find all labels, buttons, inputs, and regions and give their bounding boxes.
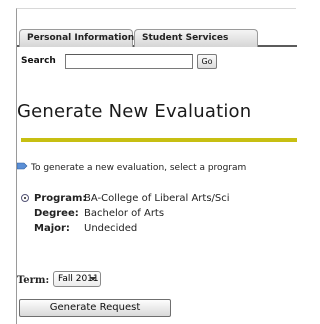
program-label: Program: xyxy=(34,193,87,204)
tab-personal-information[interactable]: Personal Information xyxy=(19,29,134,47)
title-divider xyxy=(21,138,297,142)
generate-request-button[interactable]: Generate Request xyxy=(19,299,171,317)
major-value: Undecided xyxy=(84,223,138,234)
search-bar: Search Go xyxy=(21,54,297,70)
degree-label: Degree: xyxy=(34,208,79,219)
term-select[interactable]: Fall 2011 xyxy=(53,271,101,287)
term-label: Term: xyxy=(17,275,50,286)
program-radio[interactable] xyxy=(21,194,29,202)
program-value: BA-College of Liberal Arts/Sci xyxy=(84,193,230,204)
chevron-down-icon xyxy=(90,277,96,281)
page-title: Generate New Evaluation xyxy=(17,101,252,122)
info-message: To generate a new evaluation, select a p… xyxy=(16,162,247,173)
tab-bar: Personal Information Student Services xyxy=(17,29,297,47)
info-arrow-icon xyxy=(16,162,28,170)
content-frame: Personal Information Student Services Se… xyxy=(16,8,297,324)
search-label: Search xyxy=(21,56,56,66)
major-label: Major: xyxy=(34,223,70,234)
info-text: To generate a new evaluation, select a p… xyxy=(31,163,247,173)
tab-student-services[interactable]: Student Services xyxy=(134,29,258,47)
degree-value: Bachelor of Arts xyxy=(84,208,165,219)
search-input[interactable] xyxy=(65,54,193,69)
go-button[interactable]: Go xyxy=(197,54,217,69)
